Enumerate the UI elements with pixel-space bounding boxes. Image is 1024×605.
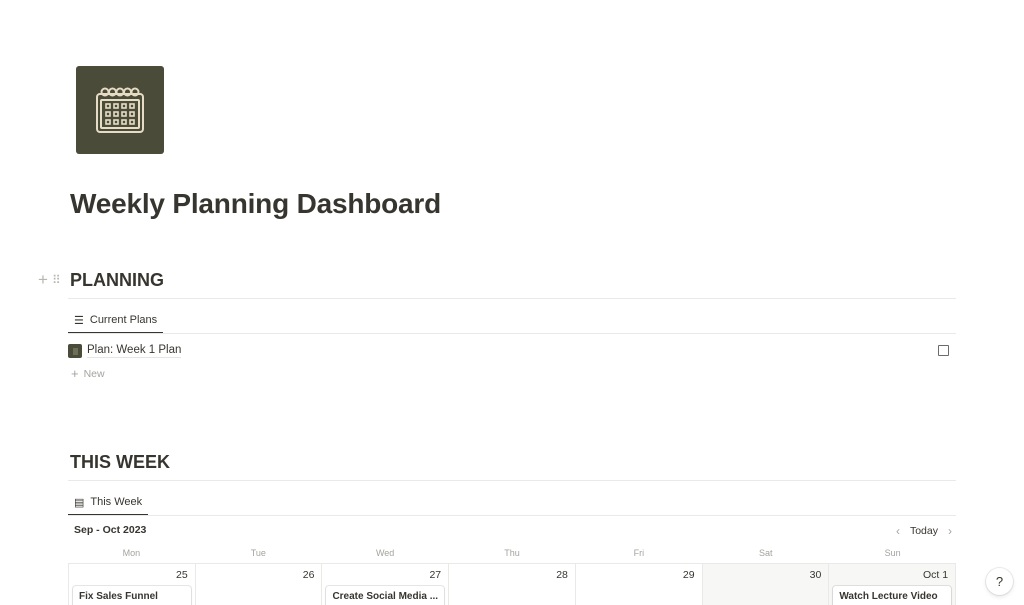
calendar-day[interactable]: Oct 1 Watch Lecture Video	[829, 564, 957, 605]
page-icon-small	[68, 344, 82, 358]
weekday-header: Mon Tue Wed Thu Fri Sat Sun	[68, 548, 956, 558]
divider	[68, 480, 956, 481]
calendar-day[interactable]: 25 Fix Sales Funnel	[69, 564, 196, 605]
calendar-day[interactable]: 26	[196, 564, 323, 605]
list-icon: ☰	[74, 314, 84, 327]
calendar-view-icon: ▤	[74, 496, 85, 509]
divider	[68, 515, 956, 516]
weekday-label: Sun	[884, 548, 901, 558]
page-icon[interactable]	[76, 66, 164, 154]
event-card[interactable]: Watch Lecture Video	[833, 586, 952, 605]
calendar-day[interactable]: 28	[449, 564, 576, 605]
checkbox[interactable]	[938, 345, 949, 356]
chevron-right-icon[interactable]: ›	[948, 524, 952, 538]
calendar-range-label: Sep - Oct 2023	[74, 524, 147, 536]
day-number: Oct 1	[922, 569, 949, 581]
weekday-label: Fri	[633, 548, 645, 558]
divider	[68, 298, 956, 299]
calendar-day[interactable]: 29	[576, 564, 703, 605]
tab-current-plans[interactable]: ☰ Current Plans	[68, 308, 164, 334]
divider	[68, 333, 956, 334]
weekday-label: Tue	[250, 548, 266, 558]
day-number: 28	[556, 569, 568, 581]
calendar-day[interactable]: 27 Create Social Media ...	[322, 564, 450, 605]
day-number: 27	[429, 569, 442, 581]
tab-label: This Week	[90, 496, 143, 508]
tab-this-week[interactable]: ▤ This Week	[68, 490, 149, 516]
calendar-day[interactable]: 30	[702, 564, 830, 605]
tab-label: Current Plans	[89, 314, 158, 326]
help-button[interactable]: ?	[986, 568, 1013, 595]
list-item-title[interactable]: Plan: Week 1 Plan	[87, 344, 182, 358]
new-item-button[interactable]: + New	[71, 366, 105, 381]
calendar-icon	[96, 87, 144, 133]
block-handle[interactable]: + ⠿	[38, 271, 61, 288]
today-button[interactable]: Today	[910, 525, 938, 537]
event-card[interactable]: Fix Sales Funnel	[73, 586, 191, 605]
weekday-label: Mon	[122, 548, 141, 558]
chevron-left-icon[interactable]: ‹	[896, 524, 900, 538]
day-number: 30	[809, 569, 822, 581]
plus-icon: +	[71, 366, 79, 381]
day-number: 29	[682, 569, 695, 581]
new-label: New	[83, 367, 105, 380]
calendar-nav: ‹ Today ›	[896, 524, 952, 538]
add-block-icon[interactable]: +	[38, 271, 48, 288]
day-number: 26	[302, 569, 315, 581]
drag-handle-icon[interactable]: ⠿	[52, 273, 61, 287]
day-number: 25	[176, 569, 188, 581]
weekday-label: Sat	[758, 548, 773, 558]
weekday-label: Wed	[375, 548, 395, 558]
weekday-label: Thu	[504, 548, 520, 558]
this-week-heading[interactable]: THIS WEEK	[70, 452, 170, 473]
calendar-grid: 25 Fix Sales Funnel 26 27 Create Social …	[68, 563, 957, 605]
page-title[interactable]: Weekly Planning Dashboard	[70, 188, 441, 220]
event-card[interactable]: Create Social Media ...	[326, 586, 445, 605]
list-item[interactable]: Plan: Week 1 Plan	[68, 342, 956, 360]
planning-heading[interactable]: PLANNING	[70, 270, 164, 291]
